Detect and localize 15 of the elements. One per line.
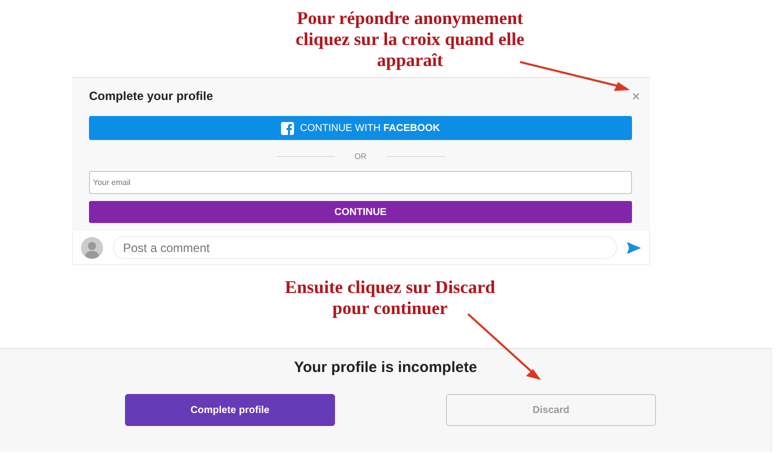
prompt-title: Your profile is incomplete <box>294 359 478 376</box>
facebook-button[interactable]: CONTINUE WITH FACEBOOK <box>89 116 632 140</box>
separator-text: OR <box>354 152 366 161</box>
facebook-icon <box>281 122 294 134</box>
discard-button[interactable]: Discard <box>446 394 656 426</box>
email-field[interactable]: Your email <box>89 171 632 194</box>
close-button[interactable]: × <box>632 89 640 103</box>
annotation-text: Ensuite cliquez sur Discard pour continuer <box>284 277 496 319</box>
card-title: Complete your profile <box>89 89 214 103</box>
send-icon[interactable] <box>627 240 641 254</box>
avatar-icon <box>81 236 103 258</box>
comment-field[interactable]: Post a comment <box>113 236 617 259</box>
annotation-text: Pour répondre anonymement cliquez sur la croix quand elle apparaît <box>294 8 526 71</box>
continue-button[interactable]: CONTINUE <box>89 201 632 223</box>
complete-profile-button[interactable]: Complete profile <box>125 394 335 426</box>
